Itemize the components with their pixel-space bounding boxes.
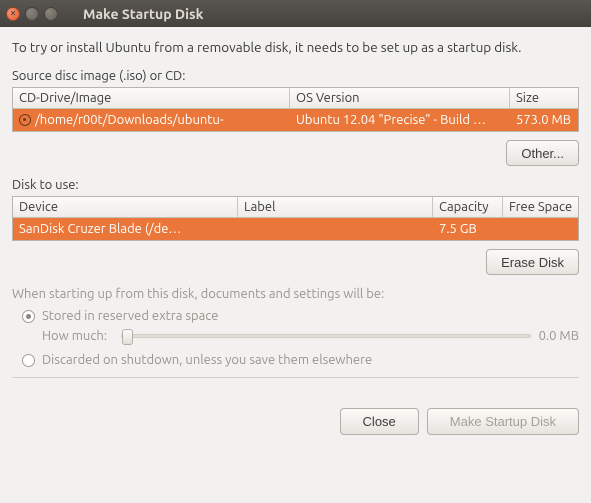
- disk-row-label: [238, 218, 433, 240]
- source-col-os[interactable]: OS Version: [290, 88, 510, 108]
- source-row-size: 573.0 MB: [510, 109, 578, 131]
- source-row[interactable]: /home/r00t/Downloads/ubuntu- Ubuntu 12.0…: [13, 109, 578, 131]
- titlebar: ✕ Make Startup Disk: [0, 0, 591, 27]
- source-label: Source disc image (.iso) or CD:: [12, 69, 579, 83]
- disk-row[interactable]: SanDisk Cruzer Blade (/de… 7.5 GB: [13, 218, 578, 240]
- disk-table: Device Label Capacity Free Space SanDisk…: [12, 196, 579, 241]
- radio-stored[interactable]: [22, 310, 35, 323]
- erase-disk-button[interactable]: Erase Disk: [486, 249, 579, 275]
- how-much-label: How much:: [42, 329, 107, 343]
- space-slider[interactable]: [121, 334, 531, 338]
- disk-row-device: SanDisk Cruzer Blade (/de…: [13, 218, 238, 240]
- source-row-os: Ubuntu 12.04 "Precise" - Build …: [290, 109, 510, 131]
- source-row-path: /home/r00t/Downloads/ubuntu-: [35, 113, 224, 127]
- radio-discarded[interactable]: [22, 354, 35, 367]
- disc-icon: [19, 114, 31, 126]
- option-stored-label: Stored in reserved extra space: [42, 309, 218, 323]
- disk-label: Disk to use:: [12, 178, 579, 192]
- close-icon[interactable]: ✕: [6, 7, 20, 21]
- close-button[interactable]: Close: [340, 408, 419, 435]
- source-table: CD-Drive/Image OS Version Size /home/r00…: [12, 87, 579, 132]
- make-startup-disk-button[interactable]: Make Startup Disk: [427, 408, 579, 435]
- minimize-icon[interactable]: [25, 7, 39, 21]
- disk-row-free: [503, 218, 578, 240]
- window-title: Make Startup Disk: [83, 6, 203, 22]
- option-discarded[interactable]: Discarded on shutdown, unless you save t…: [22, 353, 579, 367]
- disk-table-header: Device Label Capacity Free Space: [13, 197, 578, 218]
- other-button[interactable]: Other...: [506, 140, 579, 166]
- intro-text: To try or install Ubuntu from a removabl…: [12, 39, 579, 55]
- source-col-image[interactable]: CD-Drive/Image: [13, 88, 290, 108]
- option-stored[interactable]: Stored in reserved extra space: [22, 309, 579, 323]
- source-table-header: CD-Drive/Image OS Version Size: [13, 88, 578, 109]
- disk-col-label[interactable]: Label: [238, 197, 433, 217]
- disk-col-device[interactable]: Device: [13, 197, 238, 217]
- separator: [12, 377, 579, 378]
- disk-col-capacity[interactable]: Capacity: [433, 197, 503, 217]
- option-discarded-label: Discarded on shutdown, unless you save t…: [42, 353, 372, 367]
- options-section: When starting up from this disk, documen…: [12, 287, 579, 367]
- slider-value: 0.0 MB: [539, 329, 579, 343]
- source-col-size[interactable]: Size: [510, 88, 578, 108]
- maximize-icon[interactable]: [44, 7, 58, 21]
- disk-row-capacity: 7.5 GB: [433, 218, 503, 240]
- disk-col-free[interactable]: Free Space: [503, 197, 578, 217]
- options-heading: When starting up from this disk, documen…: [12, 287, 579, 301]
- slider-thumb[interactable]: [122, 329, 133, 345]
